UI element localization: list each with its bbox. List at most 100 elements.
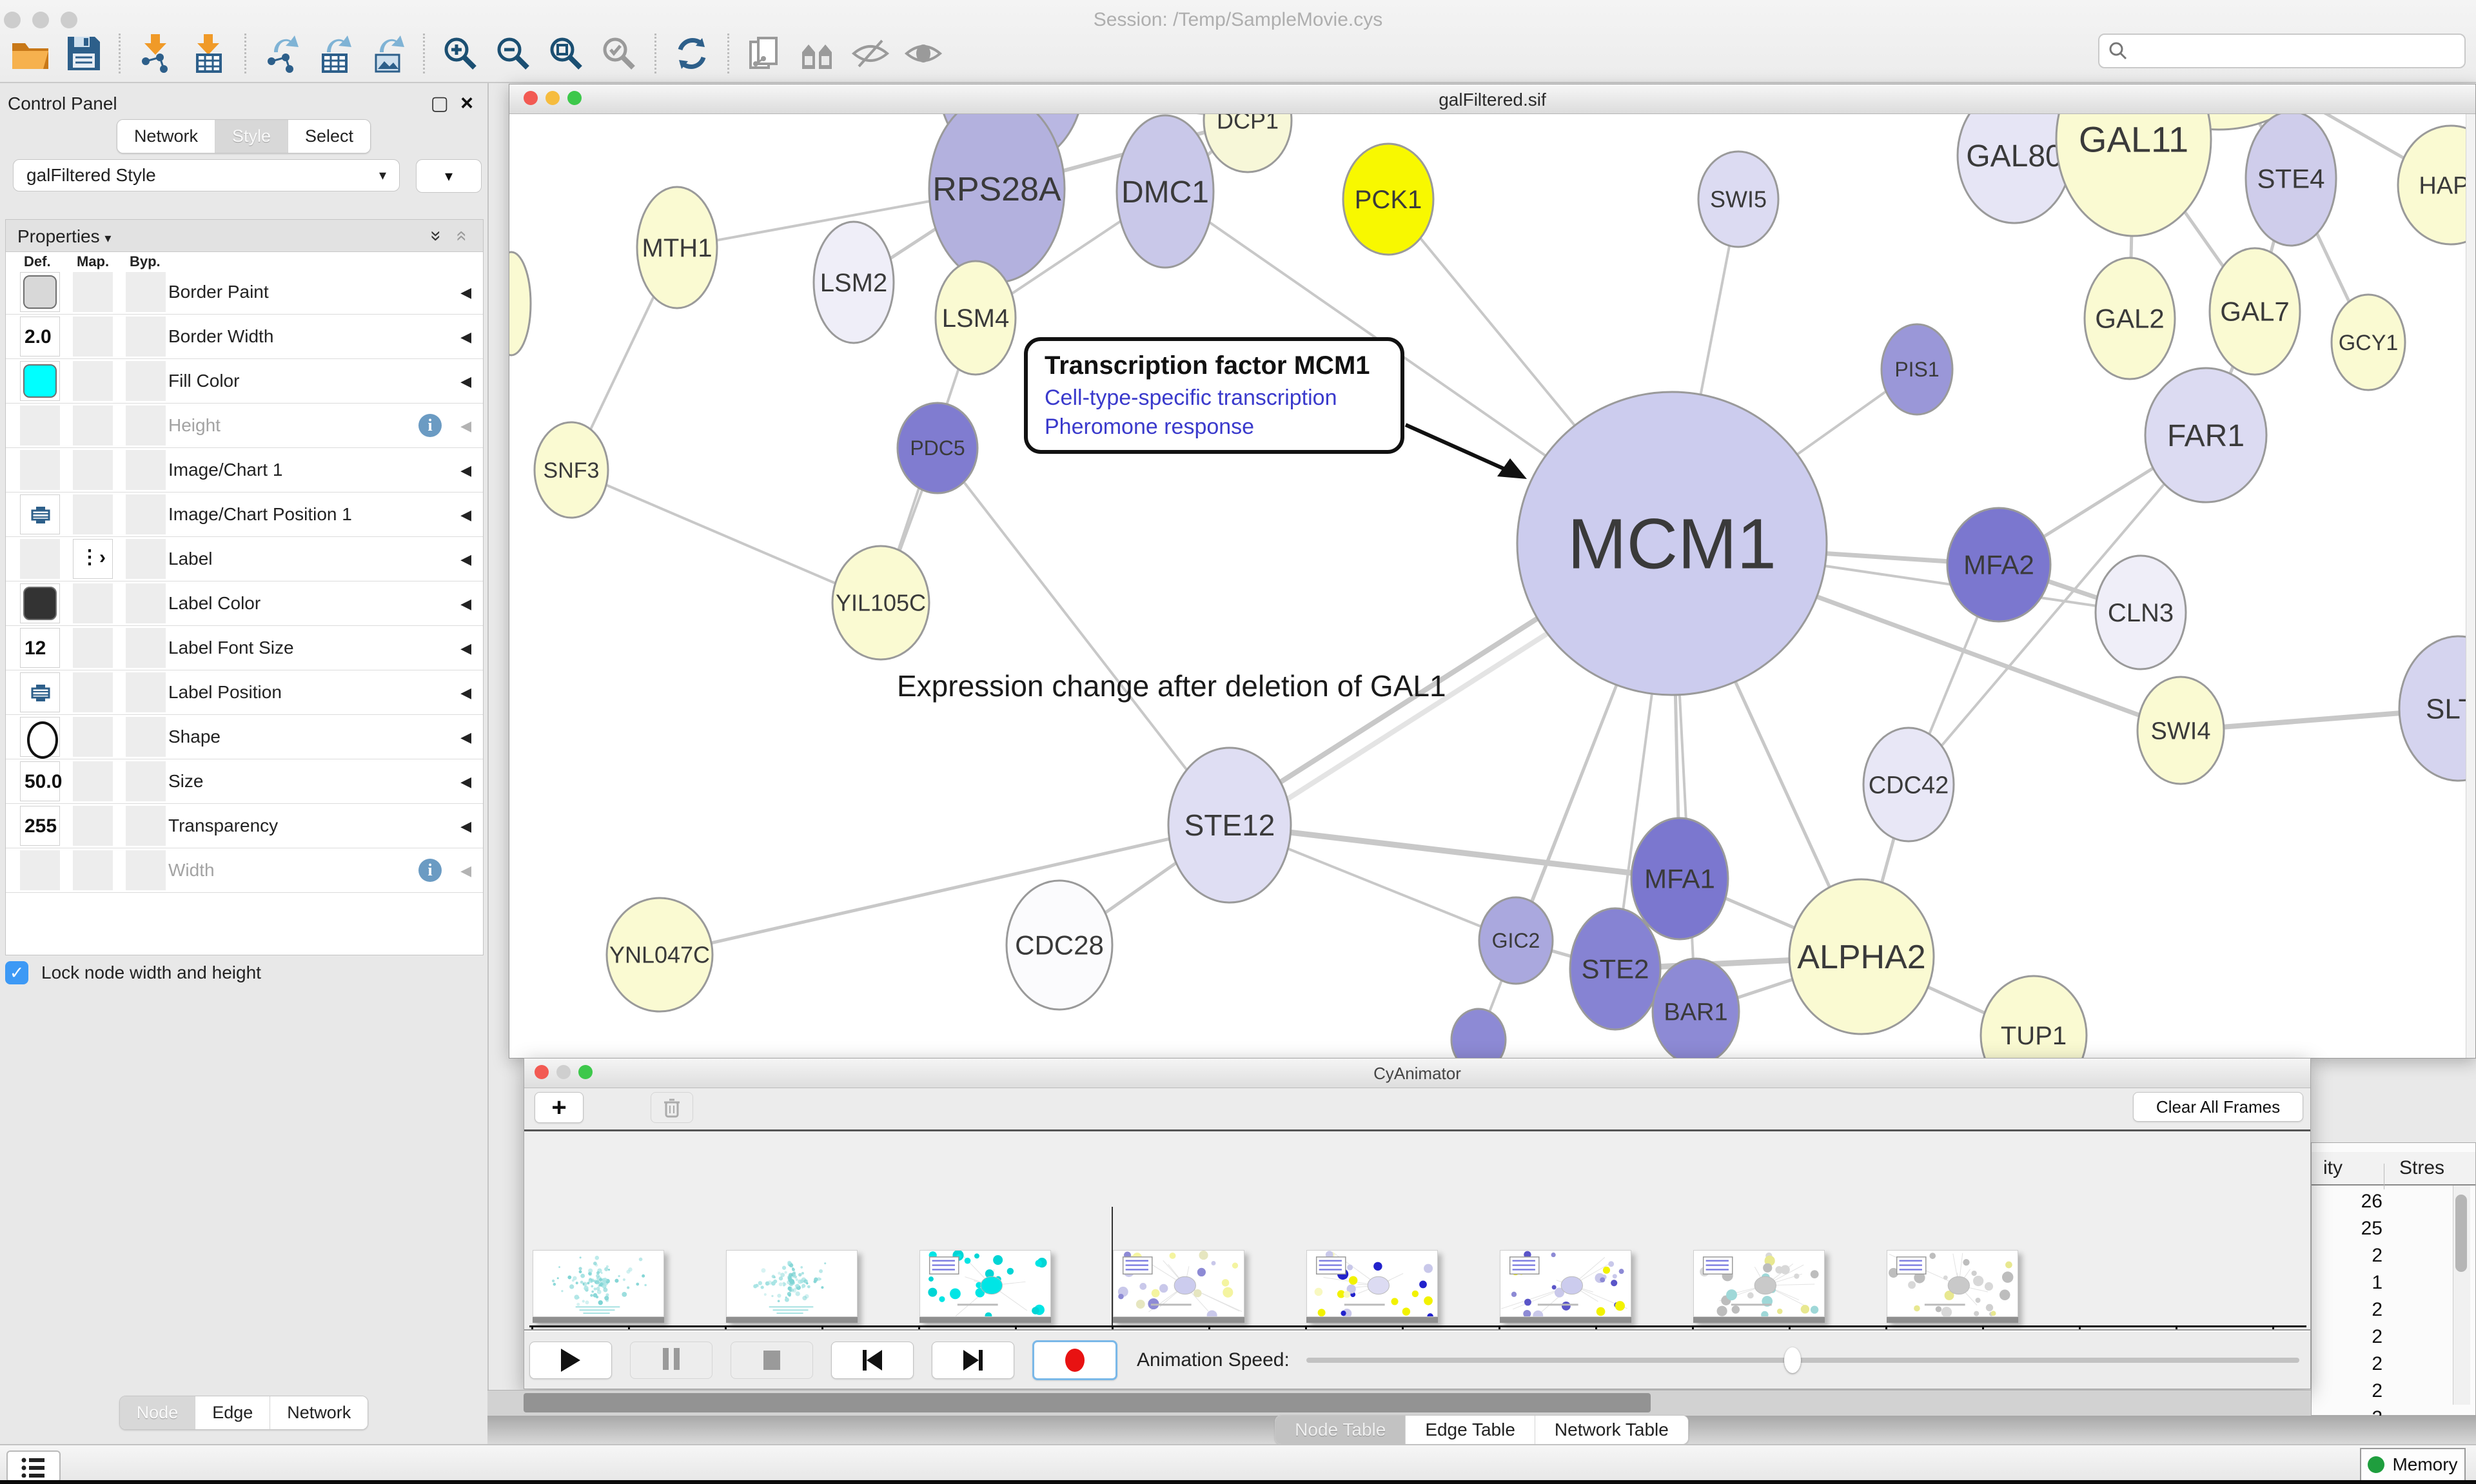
collapse-arrow-icon[interactable]: ◀	[460, 373, 471, 390]
frame-thumbnail-2[interactable]	[919, 1250, 1051, 1323]
byp-cell[interactable]	[126, 672, 166, 712]
node-PIS1[interactable]: PIS1	[1882, 324, 1952, 415]
byp-cell[interactable]	[126, 450, 166, 490]
node-SWI4[interactable]: SWI4	[2137, 677, 2224, 784]
property-row-transparency[interactable]: 255Transparency◀	[6, 804, 483, 848]
byp-cell[interactable]	[126, 717, 166, 757]
node-MTH1[interactable]: MTH1	[637, 187, 717, 308]
map-cell[interactable]	[73, 806, 113, 846]
collapse-arrow-icon[interactable]: ◀	[460, 818, 471, 835]
table-tab-network-table[interactable]: Network Table	[1535, 1416, 1688, 1444]
open-session-icon[interactable]	[9, 32, 52, 75]
table-vscroll-thumb[interactable]	[2455, 1195, 2467, 1272]
save-session-icon[interactable]	[62, 32, 104, 75]
node-STE12[interactable]: STE12	[1168, 748, 1291, 903]
tab-network[interactable]: Network	[117, 120, 215, 153]
frame-thumbnail-6[interactable]	[1693, 1250, 1825, 1323]
def-cell[interactable]	[20, 272, 60, 312]
def-cell[interactable]	[20, 405, 60, 445]
node-LSM4[interactable]: LSM4	[936, 261, 1016, 375]
property-row-label-color[interactable]: Label Color◀	[6, 581, 483, 626]
def-cell[interactable]	[20, 717, 60, 757]
export-network-icon[interactable]	[260, 32, 303, 75]
node-DMC1[interactable]: DMC1	[1117, 115, 1213, 268]
table-row[interactable]: 26	[2312, 1191, 2383, 1213]
byp-cell[interactable]	[126, 806, 166, 846]
playhead[interactable]	[1112, 1207, 1113, 1325]
export-table-icon[interactable]	[313, 32, 356, 75]
tab-style[interactable]: Style	[215, 120, 288, 153]
table-hscroll-thumb[interactable]	[524, 1393, 1651, 1412]
frame-thumbnail-3[interactable]	[1113, 1250, 1244, 1323]
collapse-arrow-icon[interactable]: ◀	[460, 462, 471, 479]
node-TUP1[interactable]: TUP1	[1981, 976, 2087, 1058]
property-row-height[interactable]: Heighti◀	[6, 404, 483, 448]
node-YIL105C[interactable]: YIL105C	[832, 546, 929, 659]
zoom-fit-icon[interactable]	[545, 32, 587, 75]
annotation-box[interactable]: Transcription factor MCM1 Cell-type-spec…	[1024, 337, 1404, 454]
tab-select[interactable]: Select	[288, 120, 370, 153]
node-CLN3[interactable]: CLN3	[2096, 556, 2186, 669]
node-leftcut[interactable]	[509, 252, 531, 355]
def-cell[interactable]	[20, 450, 60, 490]
annotation-link[interactable]: Cell-type-specific transcription	[1045, 386, 1384, 411]
byp-cell[interactable]	[126, 494, 166, 534]
node-SNF3[interactable]: SNF3	[535, 422, 608, 518]
node-DCP1[interactable]: DCP1	[1204, 114, 1292, 172]
def-cell[interactable]: 2.0	[20, 317, 60, 356]
byp-cell[interactable]	[126, 761, 166, 801]
property-row-size[interactable]: 50.0Size◀	[6, 759, 483, 804]
map-cell[interactable]: ⋮›	[73, 539, 113, 579]
zoom-out-icon[interactable]	[492, 32, 535, 75]
collapse-arrow-icon[interactable]: ◀	[460, 596, 471, 612]
collapse-arrow-icon[interactable]: ◀	[460, 863, 471, 879]
style-tab-node[interactable]: Node	[120, 1396, 196, 1429]
map-cell[interactable]	[73, 450, 113, 490]
byp-cell[interactable]	[126, 405, 166, 445]
node-PCK1[interactable]: PCK1	[1343, 144, 1433, 255]
collapse-arrow-icon[interactable]: ◀	[460, 640, 471, 657]
clear-all-frames-button[interactable]: Clear All Frames	[2133, 1092, 2303, 1122]
node-CDC42[interactable]: CDC42	[1863, 728, 1954, 841]
collapse-arrow-icon[interactable]: ◀	[460, 418, 471, 434]
property-row-label-position[interactable]: Label Position◀	[6, 670, 483, 715]
def-cell[interactable]	[20, 850, 60, 890]
property-row-border-paint[interactable]: Border Paint◀	[6, 270, 483, 315]
byp-cell[interactable]	[126, 317, 166, 356]
add-frame-button[interactable]: +	[535, 1092, 584, 1123]
map-cell[interactable]	[73, 583, 113, 623]
animation-timeline[interactable]: 0123456789Seconds	[524, 1131, 2310, 1328]
network-vscrollbar[interactable]	[2466, 114, 2475, 1058]
node-MFA1[interactable]: MFA1	[1631, 818, 1728, 939]
apply-layout-icon[interactable]	[671, 32, 713, 75]
node-LSM2[interactable]: LSM2	[814, 222, 894, 343]
table-tab-edge-table[interactable]: Edge Table	[1406, 1416, 1535, 1444]
map-cell[interactable]	[73, 494, 113, 534]
search-network-icon[interactable]	[796, 32, 839, 75]
expand-all-icon[interactable]: »	[431, 225, 442, 247]
property-row-label-font-size[interactable]: 12Label Font Size◀	[6, 626, 483, 670]
table-vscrollbar[interactable]	[2453, 1186, 2470, 1405]
def-cell[interactable]: 12	[20, 628, 60, 668]
search-input[interactable]	[2134, 40, 2455, 62]
collapse-arrow-icon[interactable]: ◀	[460, 774, 471, 790]
def-cell[interactable]: 50.0	[20, 761, 60, 801]
stop-button[interactable]	[731, 1342, 813, 1379]
annotation-link[interactable]: Pheromone response	[1045, 415, 1384, 440]
node-GAL2[interactable]: GAL2	[2085, 258, 2175, 379]
style-tab-network[interactable]: Network	[270, 1396, 368, 1429]
table-row[interactable]: 25	[2312, 1218, 2383, 1240]
collapse-arrow-icon[interactable]: ◀	[460, 284, 471, 301]
collapse-all-icon[interactable]: «	[457, 225, 467, 247]
map-cell[interactable]	[73, 717, 113, 757]
export-image-icon[interactable]	[366, 32, 409, 75]
node-smallpurple[interactable]	[1451, 1009, 1506, 1058]
node-FAR1[interactable]: FAR1	[2145, 368, 2266, 502]
animation-speed-slider[interactable]	[1306, 1358, 2299, 1363]
map-cell[interactable]	[73, 672, 113, 712]
frame-thumbnail-0[interactable]	[533, 1250, 664, 1323]
frame-thumbnail-7[interactable]	[1887, 1250, 2018, 1323]
table-row[interactable]: 2	[2312, 1380, 2383, 1402]
node-RPS28A[interactable]: RPS28A	[929, 114, 1065, 282]
zoom-in-icon[interactable]	[439, 32, 482, 75]
